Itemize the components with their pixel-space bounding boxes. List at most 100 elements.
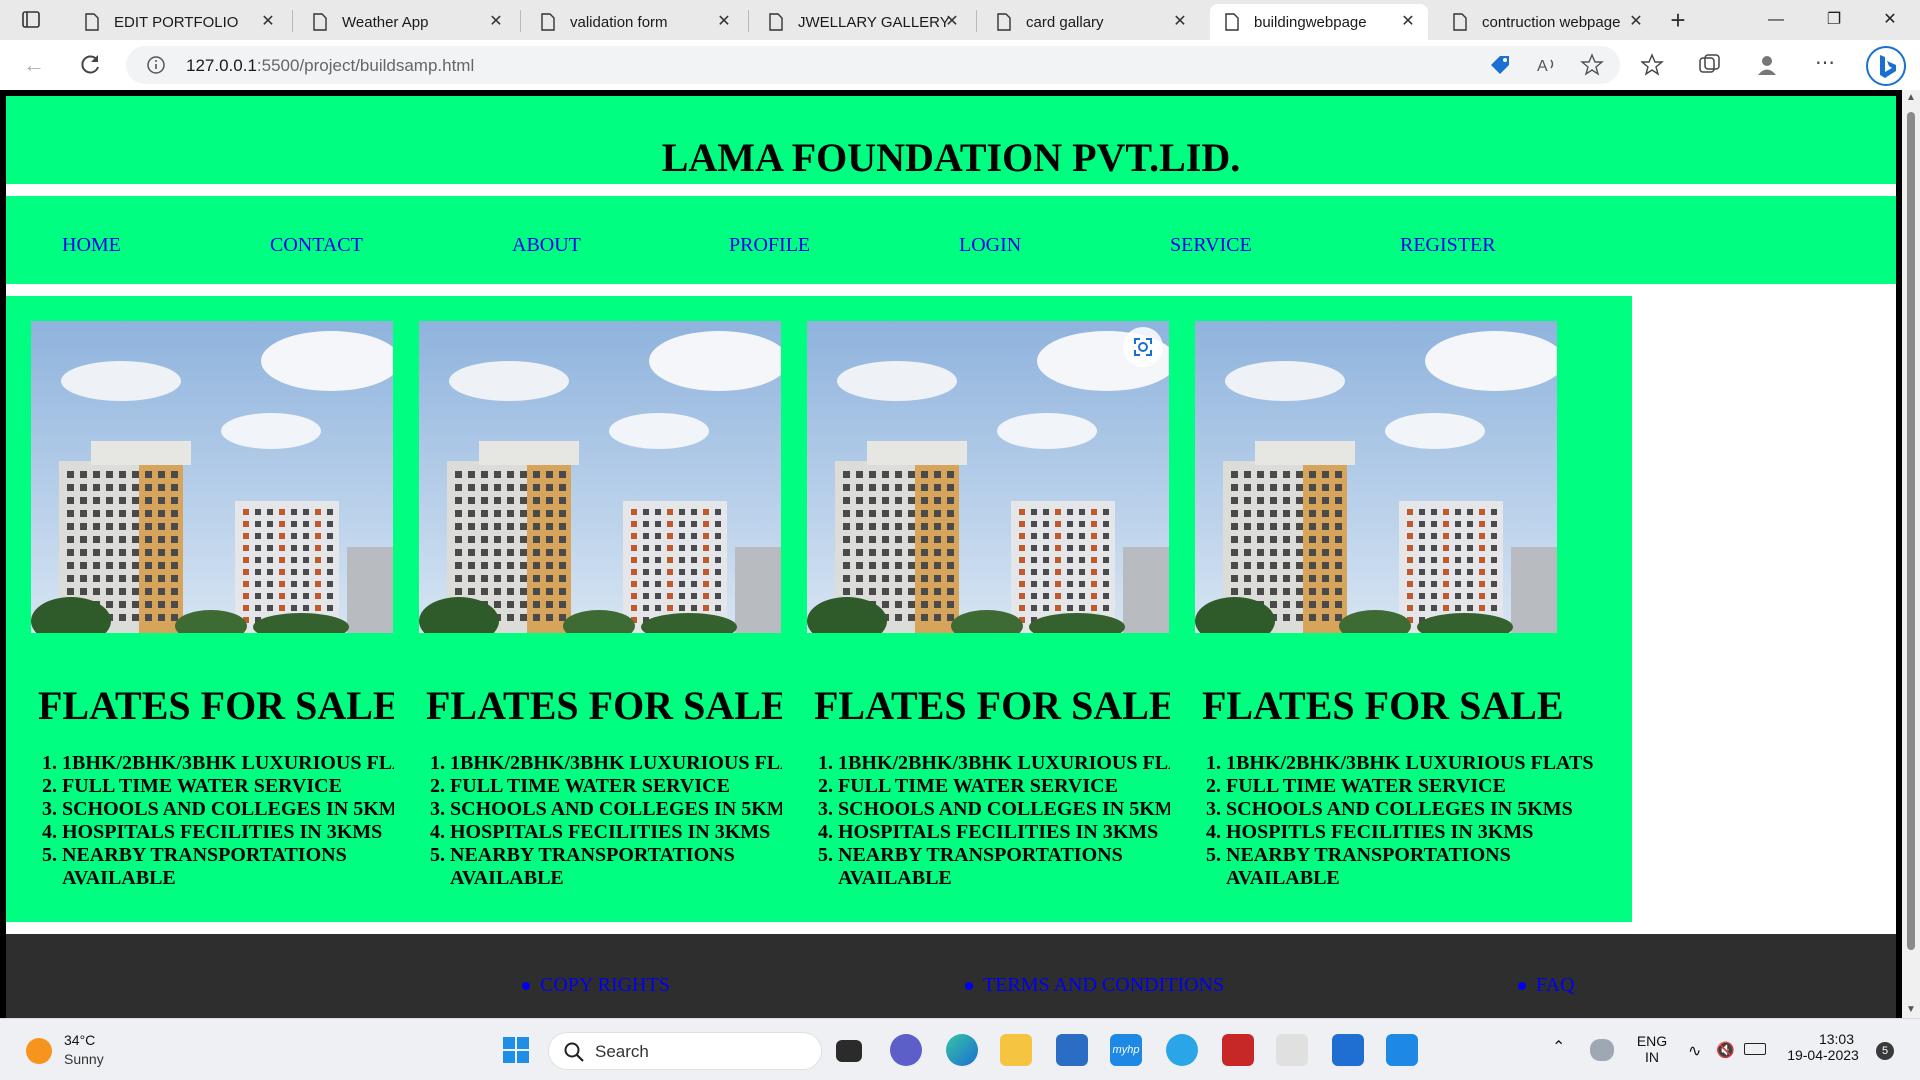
clock[interactable]: 13:03 19-04-2023 bbox=[1782, 1031, 1864, 1063]
battery-icon[interactable] bbox=[1744, 1043, 1766, 1055]
windows-taskbar: 34°C Sunny Search myhp ⌃ ENG IN ∿ 🔇 13:0… bbox=[0, 1018, 1920, 1080]
site-info-icon[interactable] bbox=[146, 55, 166, 75]
onedrive-icon[interactable] bbox=[1590, 1039, 1614, 1061]
tab-actions-icon[interactable] bbox=[14, 8, 48, 32]
task-view-icon[interactable] bbox=[836, 1040, 862, 1062]
file-explorer-icon[interactable] bbox=[1000, 1034, 1032, 1066]
windows-start-icon[interactable] bbox=[500, 1034, 532, 1066]
weather-description[interactable]: Sunny bbox=[64, 1051, 104, 1067]
bing-copilot-icon[interactable] bbox=[1866, 46, 1906, 86]
search-label: Search bbox=[595, 1042, 649, 1061]
browser-tab[interactable]: buildingwebpage ✕ bbox=[1210, 4, 1428, 40]
chevron-up-icon[interactable]: ⌃ bbox=[1552, 1037, 1565, 1057]
notification-badge[interactable]: 5 bbox=[1876, 1042, 1894, 1060]
vertical-scrollbar[interactable]: ▲ ▼ bbox=[1902, 90, 1920, 1018]
page-icon bbox=[313, 13, 327, 31]
tab-title: validation form bbox=[570, 13, 668, 31]
footer-link-terms[interactable]: TERMS AND CONDITIONS bbox=[983, 974, 1224, 996]
taskbar-search[interactable]: Search bbox=[548, 1032, 822, 1070]
help-icon[interactable] bbox=[1166, 1034, 1198, 1066]
browser-tab[interactable]: JWELLARY GALLERY ✕ bbox=[754, 4, 972, 40]
nav-profile[interactable]: PROFILE bbox=[729, 234, 810, 257]
scroll-down-arrow-icon[interactable]: ▼ bbox=[1905, 1004, 1917, 1016]
restore-button[interactable]: ❐ bbox=[1814, 6, 1854, 34]
tab-separator bbox=[976, 10, 977, 32]
profile-icon[interactable] bbox=[1754, 52, 1780, 78]
tab-title: contruction webpage bbox=[1482, 13, 1621, 31]
page-icon bbox=[541, 13, 555, 31]
tab-title: EDIT PORTFOLIO bbox=[114, 13, 239, 31]
refresh-icon[interactable] bbox=[76, 51, 104, 79]
back-button[interactable]: ← bbox=[20, 51, 48, 79]
remote-desktop-icon[interactable] bbox=[1332, 1034, 1364, 1066]
close-icon[interactable]: ✕ bbox=[714, 12, 734, 32]
visual-search-icon[interactable] bbox=[1123, 327, 1163, 367]
wifi-icon[interactable]: ∿ bbox=[1688, 1041, 1701, 1061]
clock-time: 13:03 bbox=[1818, 1031, 1854, 1047]
mute-volume-icon[interactable]: 🔇 bbox=[1716, 1041, 1735, 1059]
document-app-icon[interactable] bbox=[1276, 1034, 1308, 1066]
minimize-button[interactable]: — bbox=[1756, 6, 1796, 34]
close-icon[interactable]: ✕ bbox=[942, 12, 962, 32]
browser-toolbar: ← 127.0.0.1:5500/project/buildsamp.html … bbox=[0, 40, 1920, 90]
edge-browser-icon[interactable] bbox=[946, 1034, 978, 1066]
scroll-up-arrow-icon[interactable]: ▲ bbox=[1905, 92, 1917, 104]
page-icon bbox=[1453, 13, 1467, 31]
feature-list: 1BHK/2BHK/3BHK LUXURIOUS FLATSFULL TIME … bbox=[1226, 752, 1626, 890]
url-host: 127.0.0.1 bbox=[186, 56, 257, 75]
browser-tab[interactable]: EDIT PORTFOLIO ✕ bbox=[70, 4, 288, 40]
bullet-icon bbox=[522, 982, 530, 990]
nav-about[interactable]: ABOUT bbox=[512, 234, 581, 257]
nav-register[interactable]: REGISTER bbox=[1400, 234, 1496, 257]
bullet-icon bbox=[965, 982, 973, 990]
footer-link-faq[interactable]: FAQ bbox=[1536, 974, 1575, 996]
close-icon[interactable]: ✕ bbox=[486, 12, 506, 32]
scrollbar-thumb[interactable] bbox=[1907, 112, 1915, 950]
window-close-button[interactable]: ✕ bbox=[1870, 6, 1910, 34]
browser-tab-strip: EDIT PORTFOLIO ✕ Weather App ✕ validation fo… bbox=[0, 0, 1920, 40]
close-icon[interactable]: ✕ bbox=[1170, 12, 1190, 32]
feature-item: HOSPITLS FECILITIES IN 3KMS bbox=[1226, 821, 1626, 844]
nav-contact[interactable]: CONTACT bbox=[270, 234, 363, 257]
tab-separator bbox=[292, 10, 293, 32]
feature-item: SCHOOLS AND COLLEGES IN 5KMS bbox=[1226, 798, 1626, 821]
myhp-icon[interactable]: myhp bbox=[1110, 1034, 1142, 1066]
nav-service[interactable]: SERVICE bbox=[1170, 234, 1252, 257]
browser-tab[interactable]: card gallary ✕ bbox=[982, 4, 1200, 40]
tab-separator bbox=[748, 10, 749, 32]
nav-login[interactable]: LOGIN bbox=[959, 234, 1021, 257]
language-line-1: ENG bbox=[1636, 1033, 1668, 1049]
browser-tab[interactable]: contruction webpage ✕ bbox=[1438, 4, 1656, 40]
close-icon[interactable]: ✕ bbox=[258, 12, 278, 32]
nav-home[interactable]: HOME bbox=[62, 234, 121, 257]
shopping-tag-icon[interactable] bbox=[1487, 52, 1513, 78]
more-menu-icon[interactable]: ⋯ bbox=[1812, 52, 1838, 78]
sun-weather-icon[interactable] bbox=[26, 1038, 52, 1064]
building-photo bbox=[31, 321, 393, 633]
tab-separator bbox=[520, 10, 521, 32]
new-tab-button[interactable]: + bbox=[1664, 6, 1692, 34]
microsoft-store-icon[interactable] bbox=[1056, 1034, 1088, 1066]
vscode-icon[interactable] bbox=[1386, 1034, 1418, 1066]
footer-item-terms: TERMS AND CONDITIONS bbox=[965, 974, 1224, 997]
tab-title: Weather App bbox=[342, 13, 429, 31]
footer-link-copyrights[interactable]: COPY RIGHTS bbox=[540, 974, 670, 996]
browser-tab[interactable]: Weather App ✕ bbox=[298, 4, 516, 40]
address-bar[interactable]: 127.0.0.1:5500/project/buildsamp.html bbox=[126, 46, 1620, 84]
add-favorite-icon[interactable] bbox=[1580, 52, 1606, 78]
close-icon[interactable]: ✕ bbox=[1626, 12, 1646, 32]
read-aloud-icon[interactable]: A bbox=[1534, 52, 1560, 78]
language-indicator[interactable]: ENG IN bbox=[1634, 1033, 1670, 1065]
url-path: :5500/project/buildsamp.html bbox=[256, 56, 475, 75]
url-text[interactable]: 127.0.0.1:5500/project/buildsamp.html bbox=[186, 56, 474, 76]
tab-title: JWELLARY GALLERY bbox=[798, 13, 950, 31]
browser-tab[interactable]: validation form ✕ bbox=[526, 4, 744, 40]
page-icon bbox=[769, 13, 783, 31]
close-icon[interactable]: ✕ bbox=[1398, 12, 1418, 32]
weather-temperature[interactable]: 34°C bbox=[64, 1032, 95, 1048]
card-heading: FLATES FOR SALE bbox=[38, 683, 400, 728]
mcafee-icon[interactable] bbox=[1222, 1034, 1254, 1066]
favorites-icon[interactable] bbox=[1641, 52, 1667, 78]
collections-icon[interactable] bbox=[1697, 52, 1723, 78]
teams-chat-icon[interactable] bbox=[890, 1034, 922, 1066]
